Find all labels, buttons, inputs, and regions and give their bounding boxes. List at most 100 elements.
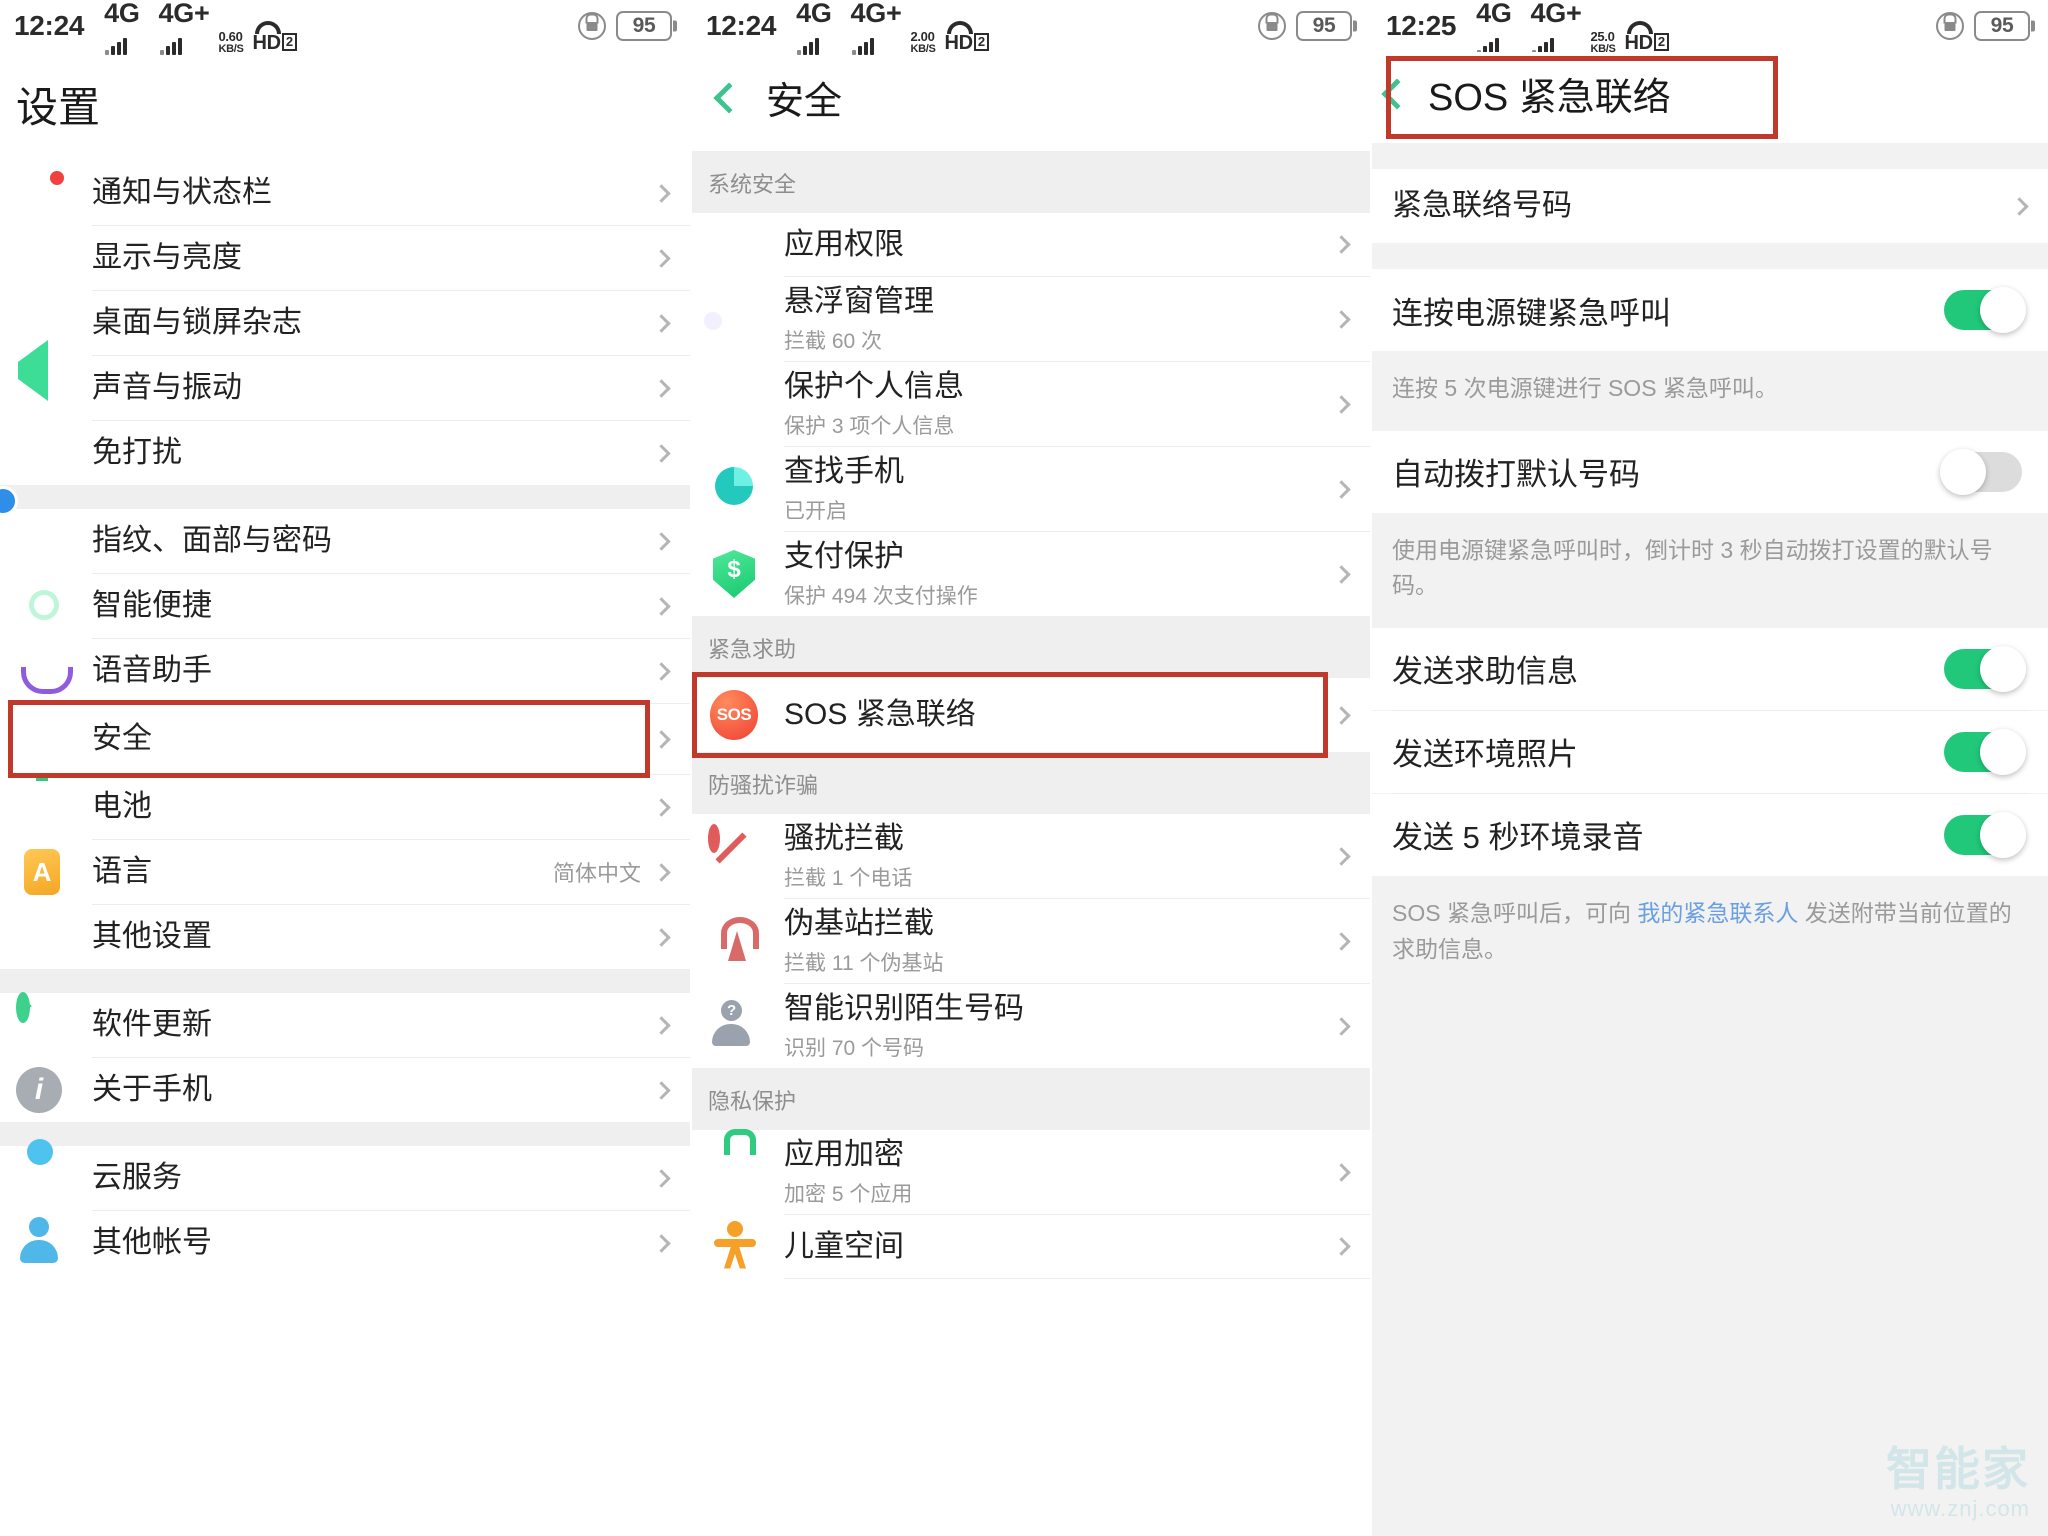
row-label: 智能便捷 [92, 589, 212, 623]
toggle-row-auto-dial[interactable]: 自动拨打默认号码 [1372, 430, 2048, 513]
display-icon [16, 232, 68, 284]
sidebar-item-other-accounts[interactable]: 其他帐号 [0, 1211, 690, 1275]
list-item-emergency-number[interactable]: 紧急联络号码 [1372, 169, 2048, 243]
list-item-fake-base-station[interactable]: 伪基站拦截 拦截 11 个伪基站 [692, 899, 1370, 983]
list-item-kids-space[interactable]: 儿童空间 [692, 1215, 1370, 1278]
list-item-sos-emergency-contact[interactable]: SOS SOS 紧急联络 [692, 672, 1370, 758]
row-label: 其他设置 [92, 920, 212, 954]
row-label: SOS 紧急联络 [784, 698, 976, 732]
chevron-right-icon [1332, 1237, 1351, 1256]
network-speed-value: 2.00 [910, 28, 935, 44]
cloud-icon [16, 1152, 68, 1204]
find-phone-icon [708, 463, 760, 515]
sidebar-item-wallpaper[interactable]: 桌面与锁屏杂志 [0, 291, 690, 355]
list-item-payment-protection[interactable]: $ 支付保护 保护 494 次支付操作 [692, 532, 1370, 616]
list-item-unknown-number[interactable]: ? 智能识别陌生号码 识别 70 个号码 [692, 984, 1370, 1068]
chevron-right-icon [652, 862, 671, 882]
row-label: 紧急联络号码 [1392, 189, 1572, 223]
app-lock-icon [708, 1146, 760, 1198]
toggle-send-sos-message[interactable] [1944, 645, 2026, 692]
row-subtitle: 识别 70 个号码 [784, 1036, 925, 1060]
chevron-right-icon [1332, 931, 1351, 951]
sidebar-item-notifications[interactable]: 通知与状态栏 [0, 161, 690, 225]
chevron-right-icon [1332, 846, 1351, 866]
moon-icon [16, 427, 68, 479]
chevron-right-icon [1332, 479, 1351, 499]
back-arrow-icon[interactable] [713, 81, 745, 114]
toggle-row-send-audio[interactable]: 发送 5 秒环境录音 [1372, 793, 2048, 876]
unknown-number-icon: ? [727, 1002, 737, 1019]
sidebar-item-dnd[interactable]: 免打扰 [0, 421, 690, 485]
signal-1-icon: 4G [1462, 0, 1512, 55]
network-speed: 2.00 KB/S [910, 28, 935, 55]
battery-indicator: 95 [616, 11, 672, 41]
toggle-label: 发送 5 秒环境录音 [1392, 820, 1644, 856]
sidebar-item-software-update[interactable]: 软件更新 [0, 992, 690, 1057]
sidebar-item-about-phone[interactable]: i 关于手机 [0, 1058, 690, 1122]
rotation-lock-icon [1936, 12, 1964, 40]
list-item-protect-personal-info[interactable]: 保护个人信息 保护 3 项个人信息 [692, 362, 1370, 446]
chevron-right-icon [1332, 235, 1351, 254]
chevron-right-icon [1332, 564, 1351, 584]
sidebar-item-security[interactable]: 安全 [0, 700, 690, 778]
row-subtitle: 拦截 60 次 [784, 329, 883, 353]
chevron-right-icon [1332, 394, 1351, 414]
battery-indicator: 95 [1974, 11, 2030, 41]
toggle-power-key-sos[interactable] [1944, 287, 2026, 333]
network-type-1: 4G [1476, 0, 1512, 28]
network-type-2: 4G+ [158, 0, 210, 28]
row-label: 智能识别陌生号码 [784, 992, 1024, 1026]
list-item-floating-window[interactable]: 悬浮窗管理 拦截 60 次 [692, 277, 1370, 361]
hd-voice-icon: HD 2 [253, 20, 297, 55]
toggle-auto-dial[interactable] [1940, 448, 2022, 495]
row-label: 显示与亮度 [92, 241, 242, 275]
chevron-right-icon [652, 729, 671, 749]
hd-voice-icon: HD 2 [945, 20, 989, 55]
network-type-1: 4G [104, 0, 140, 28]
row-label: 声音与振动 [92, 371, 242, 405]
back-arrow-icon[interactable] [1381, 77, 1413, 110]
fingerprint-icon [16, 515, 68, 567]
chevron-right-icon [652, 596, 671, 616]
toggle-row-send-sos-message[interactable]: 发送求助信息 [1372, 627, 2048, 710]
status-icons: 4G 4G+ 25.0 KB/S HD 2 [1462, 0, 1669, 55]
row-label: 伪基站拦截 [784, 907, 934, 941]
group-divider [0, 1122, 690, 1146]
sidebar-item-other-settings[interactable]: 其他设置 [0, 905, 690, 969]
watermark: 智能家 www.znj.com [1886, 1446, 2030, 1522]
block-icon [708, 824, 760, 882]
rotation-lock-icon [1258, 12, 1286, 40]
brain-icon [16, 580, 68, 632]
list-item-app-encryption[interactable]: 应用加密 加密 5 个应用 [692, 1130, 1370, 1214]
toggle-send-photo[interactable] [1944, 728, 2026, 775]
sidebar-item-display[interactable]: 显示与亮度 [0, 226, 690, 290]
list-item-harassment-block[interactable]: 骚扰拦截 拦截 1 个电话 [692, 814, 1370, 898]
sidebar-item-language[interactable]: A 语言 简体中文 [0, 840, 690, 904]
chevron-right-icon [652, 248, 671, 268]
settings-group-4: 云服务 其他帐号 [0, 1146, 690, 1275]
list-item-app-permissions[interactable]: 应用权限 [692, 213, 1370, 276]
sidebar-item-fingerprint[interactable]: 指纹、面部与密码 [0, 509, 690, 573]
chevron-right-icon [652, 443, 671, 463]
sidebar-item-battery[interactable]: 电池 [0, 775, 690, 839]
row-subtitle: 保护 494 次支付操作 [784, 584, 978, 608]
toggle-row-send-photo[interactable]: 发送环境照片 [1372, 710, 2048, 793]
my-emergency-contacts-link[interactable]: 我的紧急联系人 [1637, 900, 1798, 926]
language-icon: A [16, 846, 68, 898]
signal-1-icon: 4G [782, 0, 832, 55]
settings-group-2: 指纹、面部与密码 智能便捷 语音助手 安全 电池 A 语言 简体中文 其他设置 [0, 509, 690, 969]
panel-security: 12:24 4G 4G+ 2.00 KB/S HD 2 95 安全 系统安全 应… [690, 0, 1370, 1536]
sos-icon: SOS [708, 689, 760, 741]
row-label: 软件更新 [92, 1008, 212, 1042]
list-item-find-phone[interactable]: 查找手机 已开启 [692, 447, 1370, 531]
group-divider [0, 485, 690, 509]
sidebar-item-smart[interactable]: 智能便捷 [0, 574, 690, 638]
sidebar-item-sound[interactable]: 声音与振动 [0, 340, 690, 420]
network-type-2: 4G+ [1530, 0, 1582, 28]
software-update-icon [16, 992, 68, 1051]
sidebar-item-cloud[interactable]: 云服务 [0, 1146, 690, 1210]
toggle-send-audio[interactable] [1944, 811, 2026, 858]
row-label: 悬浮窗管理 [784, 285, 934, 319]
toggle-row-power-key-sos[interactable]: 连按电源键紧急呼叫 [1372, 269, 2048, 351]
sidebar-item-voice-assistant[interactable]: 语音助手 [0, 639, 690, 703]
